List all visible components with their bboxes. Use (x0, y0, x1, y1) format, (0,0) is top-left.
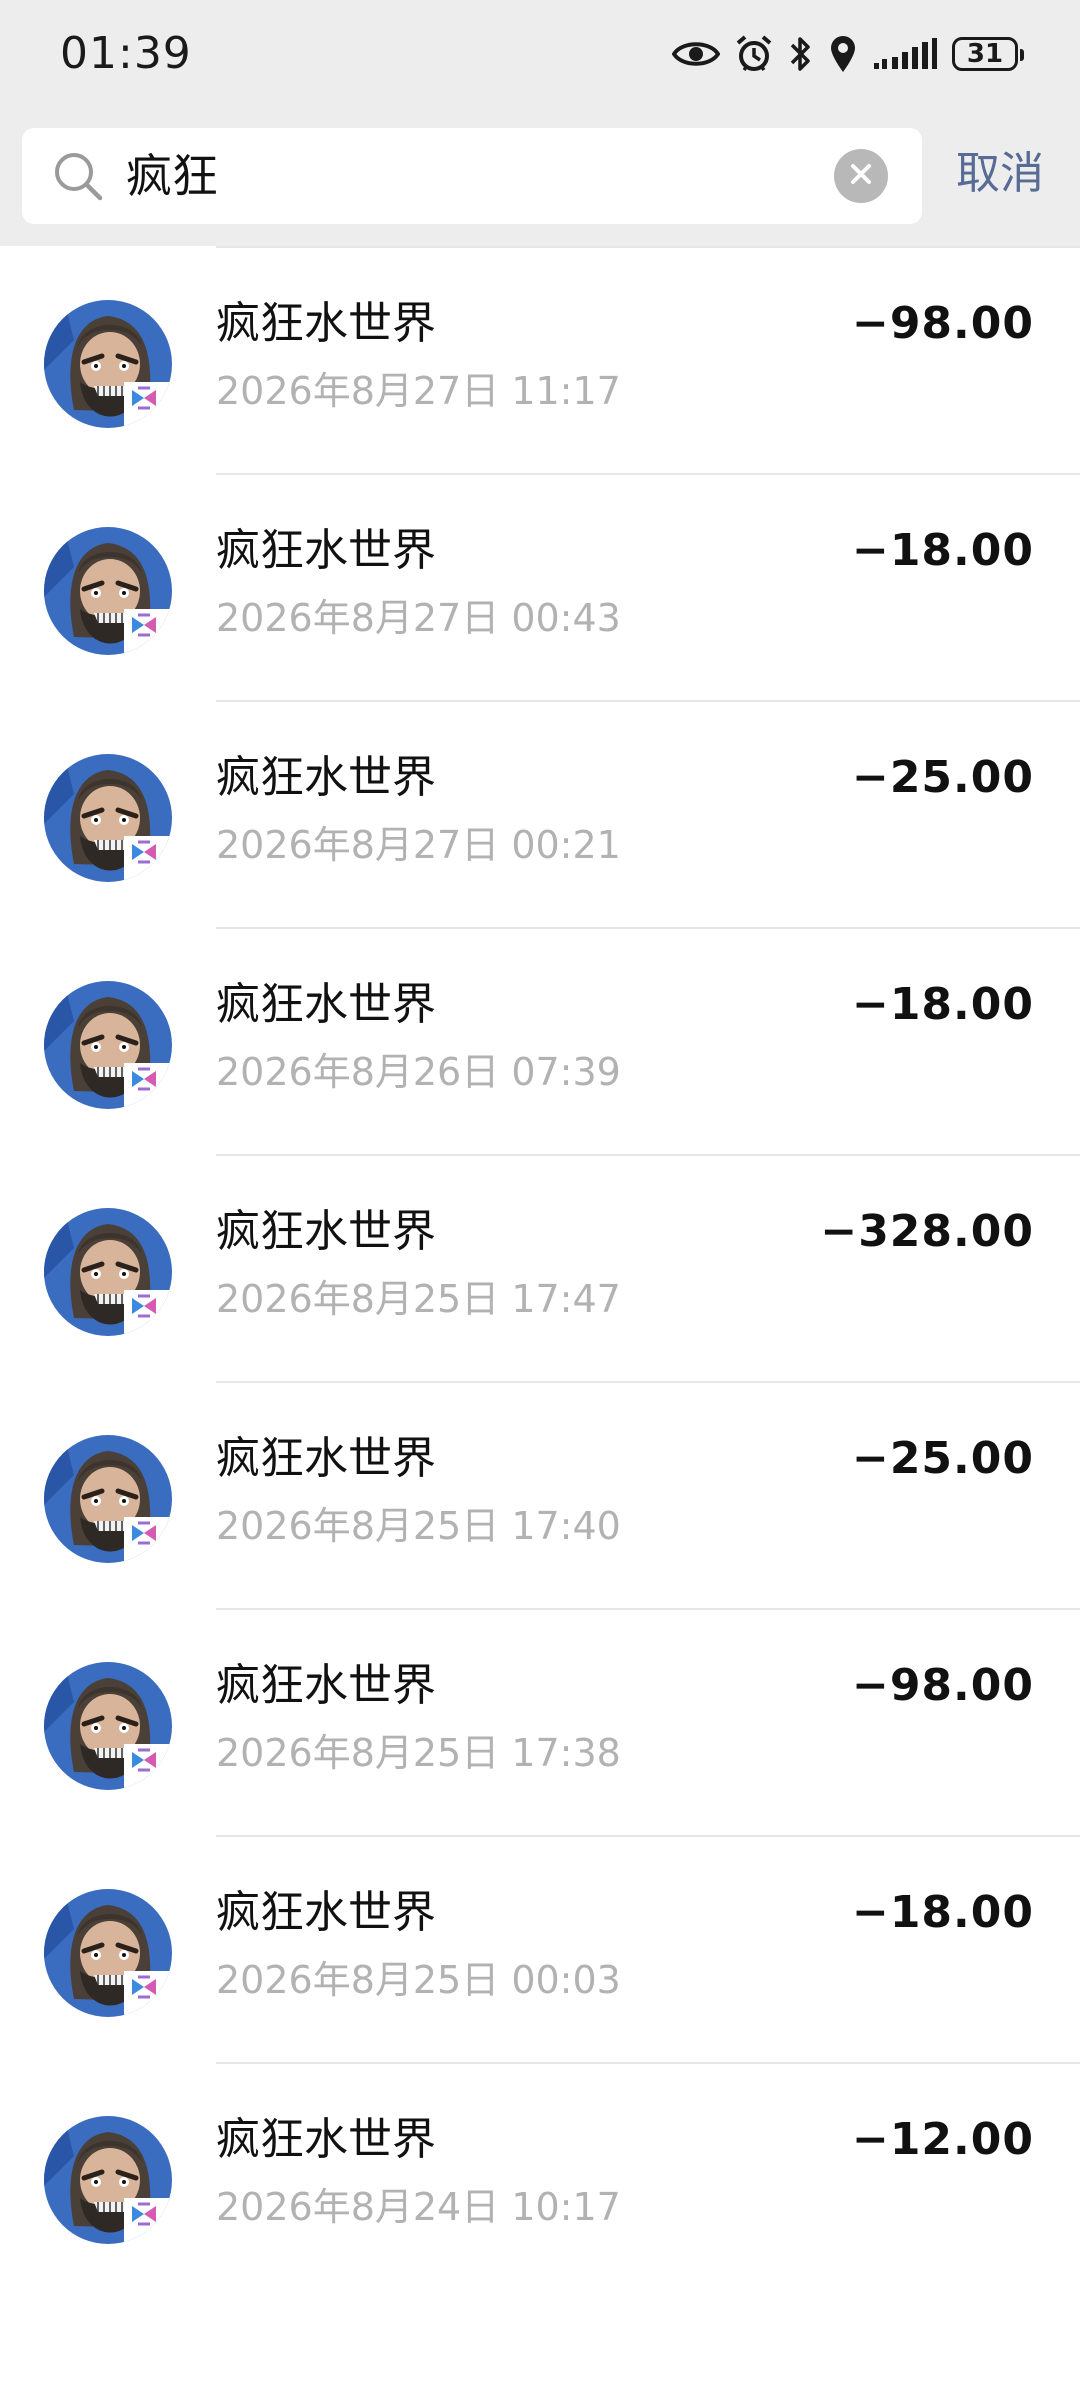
merchant-name: 疯狂水世界 (216, 1887, 436, 1938)
transaction-amount: −18.00 (851, 979, 1034, 1030)
avatar (44, 2116, 172, 2244)
divider (216, 1381, 1080, 1383)
divider (216, 2062, 1080, 2064)
merchant-name: 疯狂水世界 (216, 2114, 436, 2165)
list-item[interactable]: 疯狂水世界 2026年8月24日 10:17 −12.00 (0, 2062, 1080, 2289)
search-input[interactable]: 疯狂 (22, 128, 922, 224)
status-time: 01:39 (60, 28, 192, 79)
divider (216, 473, 1080, 475)
transaction-amount: −25.00 (851, 752, 1034, 803)
transaction-time: 2026年8月25日 17:47 (216, 1277, 621, 1321)
status-icons: 31 (672, 32, 1024, 76)
avatar (44, 1435, 172, 1563)
avatar (44, 527, 172, 655)
search-header: 01:39 31 疯狂 取消 (0, 0, 1080, 246)
avatar (44, 300, 172, 428)
location-icon (828, 34, 858, 74)
merchant-name: 疯狂水世界 (216, 979, 436, 1030)
merchant-name: 疯狂水世界 (216, 1433, 436, 1484)
avatar (44, 1889, 172, 2017)
transaction-time: 2026年8月26日 07:39 (216, 1050, 621, 1094)
transaction-time: 2026年8月25日 17:40 (216, 1504, 621, 1548)
list-item[interactable]: 疯狂水世界 2026年8月25日 17:40 −25.00 (0, 1381, 1080, 1608)
merchant-name: 疯狂水世界 (216, 752, 436, 803)
divider (216, 927, 1080, 929)
avatar (44, 981, 172, 1109)
transaction-amount: −12.00 (851, 2114, 1034, 2165)
search-query: 疯狂 (126, 149, 218, 203)
transaction-amount: −98.00 (851, 1660, 1034, 1711)
bluetooth-icon (788, 34, 814, 74)
transaction-amount: −18.00 (851, 525, 1034, 576)
transaction-amount: −328.00 (820, 1206, 1034, 1257)
list-item[interactable]: 疯狂水世界 2026年8月25日 00:03 −18.00 (0, 1835, 1080, 2062)
transaction-list-content: 疯狂水世界 2026年8月27日 11:17 −98.00 疯狂水世界 2026… (0, 246, 1080, 2289)
close-icon (849, 162, 873, 190)
transaction-amount: −25.00 (851, 1433, 1034, 1484)
list-item[interactable]: 疯狂水世界 2026年8月26日 07:39 −18.00 (0, 927, 1080, 1154)
battery-icon: 31 (952, 37, 1024, 71)
transaction-time: 2026年8月27日 11:17 (216, 369, 621, 413)
avatar (44, 1662, 172, 1790)
battery-level: 31 (966, 39, 1004, 69)
clear-search-button[interactable] (834, 149, 888, 203)
merchant-name: 疯狂水世界 (216, 1206, 436, 1257)
alarm-icon (734, 34, 774, 74)
eye-icon (672, 37, 720, 71)
transaction-amount: −98.00 (851, 298, 1034, 349)
avatar (44, 1208, 172, 1336)
divider (216, 700, 1080, 702)
merchant-name: 疯狂水世界 (216, 525, 436, 576)
avatar (44, 754, 172, 882)
list-item[interactable]: 疯狂水世界 2026年8月25日 17:38 −98.00 (0, 1608, 1080, 1835)
transaction-time: 2026年8月25日 00:03 (216, 1958, 621, 2002)
transaction-list[interactable]: 疯狂水世界 2026年8月27日 11:17 −98.00 疯狂水世界 2026… (0, 246, 1080, 2387)
list-item[interactable]: 疯狂水世界 2026年8月27日 11:17 −98.00 (0, 246, 1080, 473)
transaction-time: 2026年8月27日 00:21 (216, 823, 621, 867)
transaction-amount: −18.00 (851, 1887, 1034, 1938)
status-bar: 01:39 31 (0, 0, 1080, 110)
list-item[interactable]: 疯狂水世界 2026年8月27日 00:43 −18.00 (0, 473, 1080, 700)
divider (216, 246, 1080, 248)
transaction-time: 2026年8月27日 00:43 (216, 596, 621, 640)
search-icon (52, 150, 104, 206)
list-item[interactable]: 疯狂水世界 2026年8月27日 00:21 −25.00 (0, 700, 1080, 927)
signal-icon (872, 37, 938, 71)
merchant-name: 疯狂水世界 (216, 298, 436, 349)
transaction-time: 2026年8月25日 17:38 (216, 1731, 621, 1775)
merchant-name: 疯狂水世界 (216, 1660, 436, 1711)
divider (216, 1835, 1080, 1837)
cancel-button[interactable]: 取消 (956, 146, 1044, 202)
divider (216, 1154, 1080, 1156)
list-item[interactable]: 疯狂水世界 2026年8月25日 17:47 −328.00 (0, 1154, 1080, 1381)
transaction-time: 2026年8月24日 10:17 (216, 2185, 621, 2229)
divider (216, 1608, 1080, 1610)
transaction-rows: 疯狂水世界 2026年8月27日 11:17 −98.00 疯狂水世界 2026… (0, 246, 1080, 2289)
